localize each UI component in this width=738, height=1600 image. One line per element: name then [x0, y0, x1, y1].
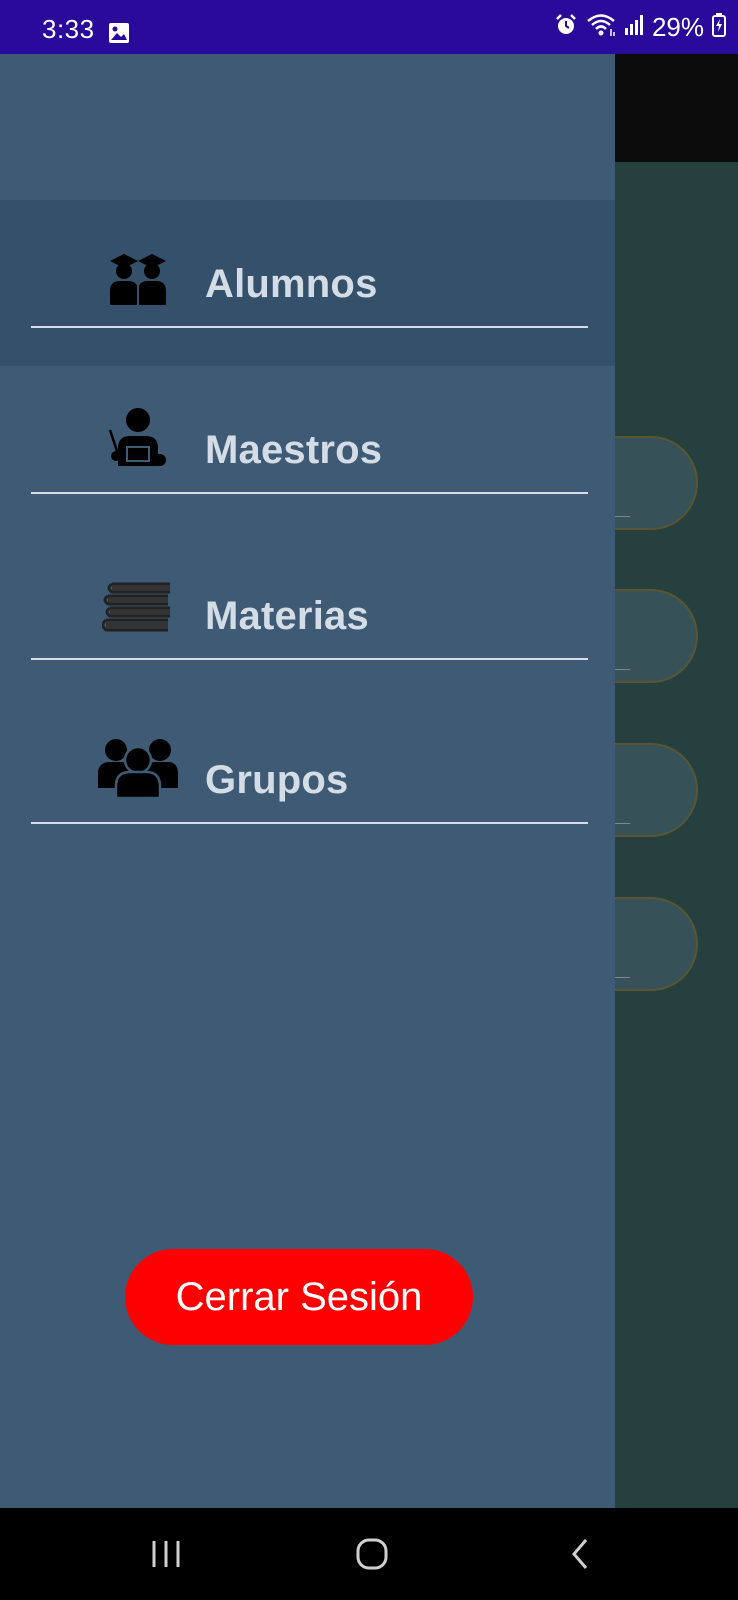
logout-button[interactable]: Cerrar Sesión [125, 1249, 473, 1345]
students-graduation-icon [96, 248, 180, 310]
teacher-icon [96, 406, 180, 468]
alarm-icon [554, 13, 578, 42]
menu-divider [31, 492, 588, 494]
wifi-icon [586, 13, 616, 42]
menu-item-label: Maestros [205, 428, 383, 472]
menu-divider [31, 822, 588, 824]
back-icon[interactable] [550, 1530, 610, 1578]
menu-item-grupos[interactable]: Grupos [0, 696, 615, 862]
menu-item-label: Alumnos [205, 262, 378, 306]
signal-icon [624, 14, 644, 41]
gallery-icon [108, 22, 130, 49]
menu-divider [31, 326, 588, 328]
menu-item-label: Materias [205, 594, 369, 638]
home-icon[interactable] [342, 1530, 402, 1578]
battery-percent: 29% [651, 11, 704, 42]
navigation-drawer: Alumnos Maestros Materias Grupos Cerrar … [0, 54, 615, 1508]
system-nav-bar [0, 1508, 738, 1600]
status-bar: 3:33 29% [0, 0, 738, 54]
recents-icon[interactable] [136, 1530, 196, 1578]
status-icons: 29% [554, 12, 726, 42]
menu-item-materias[interactable]: Materias [0, 532, 615, 698]
drawer-header [0, 54, 615, 200]
books-icon [96, 576, 180, 638]
menu-item-maestros[interactable]: Maestros [0, 366, 615, 532]
status-time: 3:33 [42, 14, 95, 44]
menu-divider [31, 658, 588, 660]
battery-charging-icon [712, 12, 726, 42]
menu-item-label: Grupos [205, 758, 349, 802]
menu-item-alumnos[interactable]: Alumnos [0, 200, 615, 366]
group-icon [96, 736, 180, 798]
